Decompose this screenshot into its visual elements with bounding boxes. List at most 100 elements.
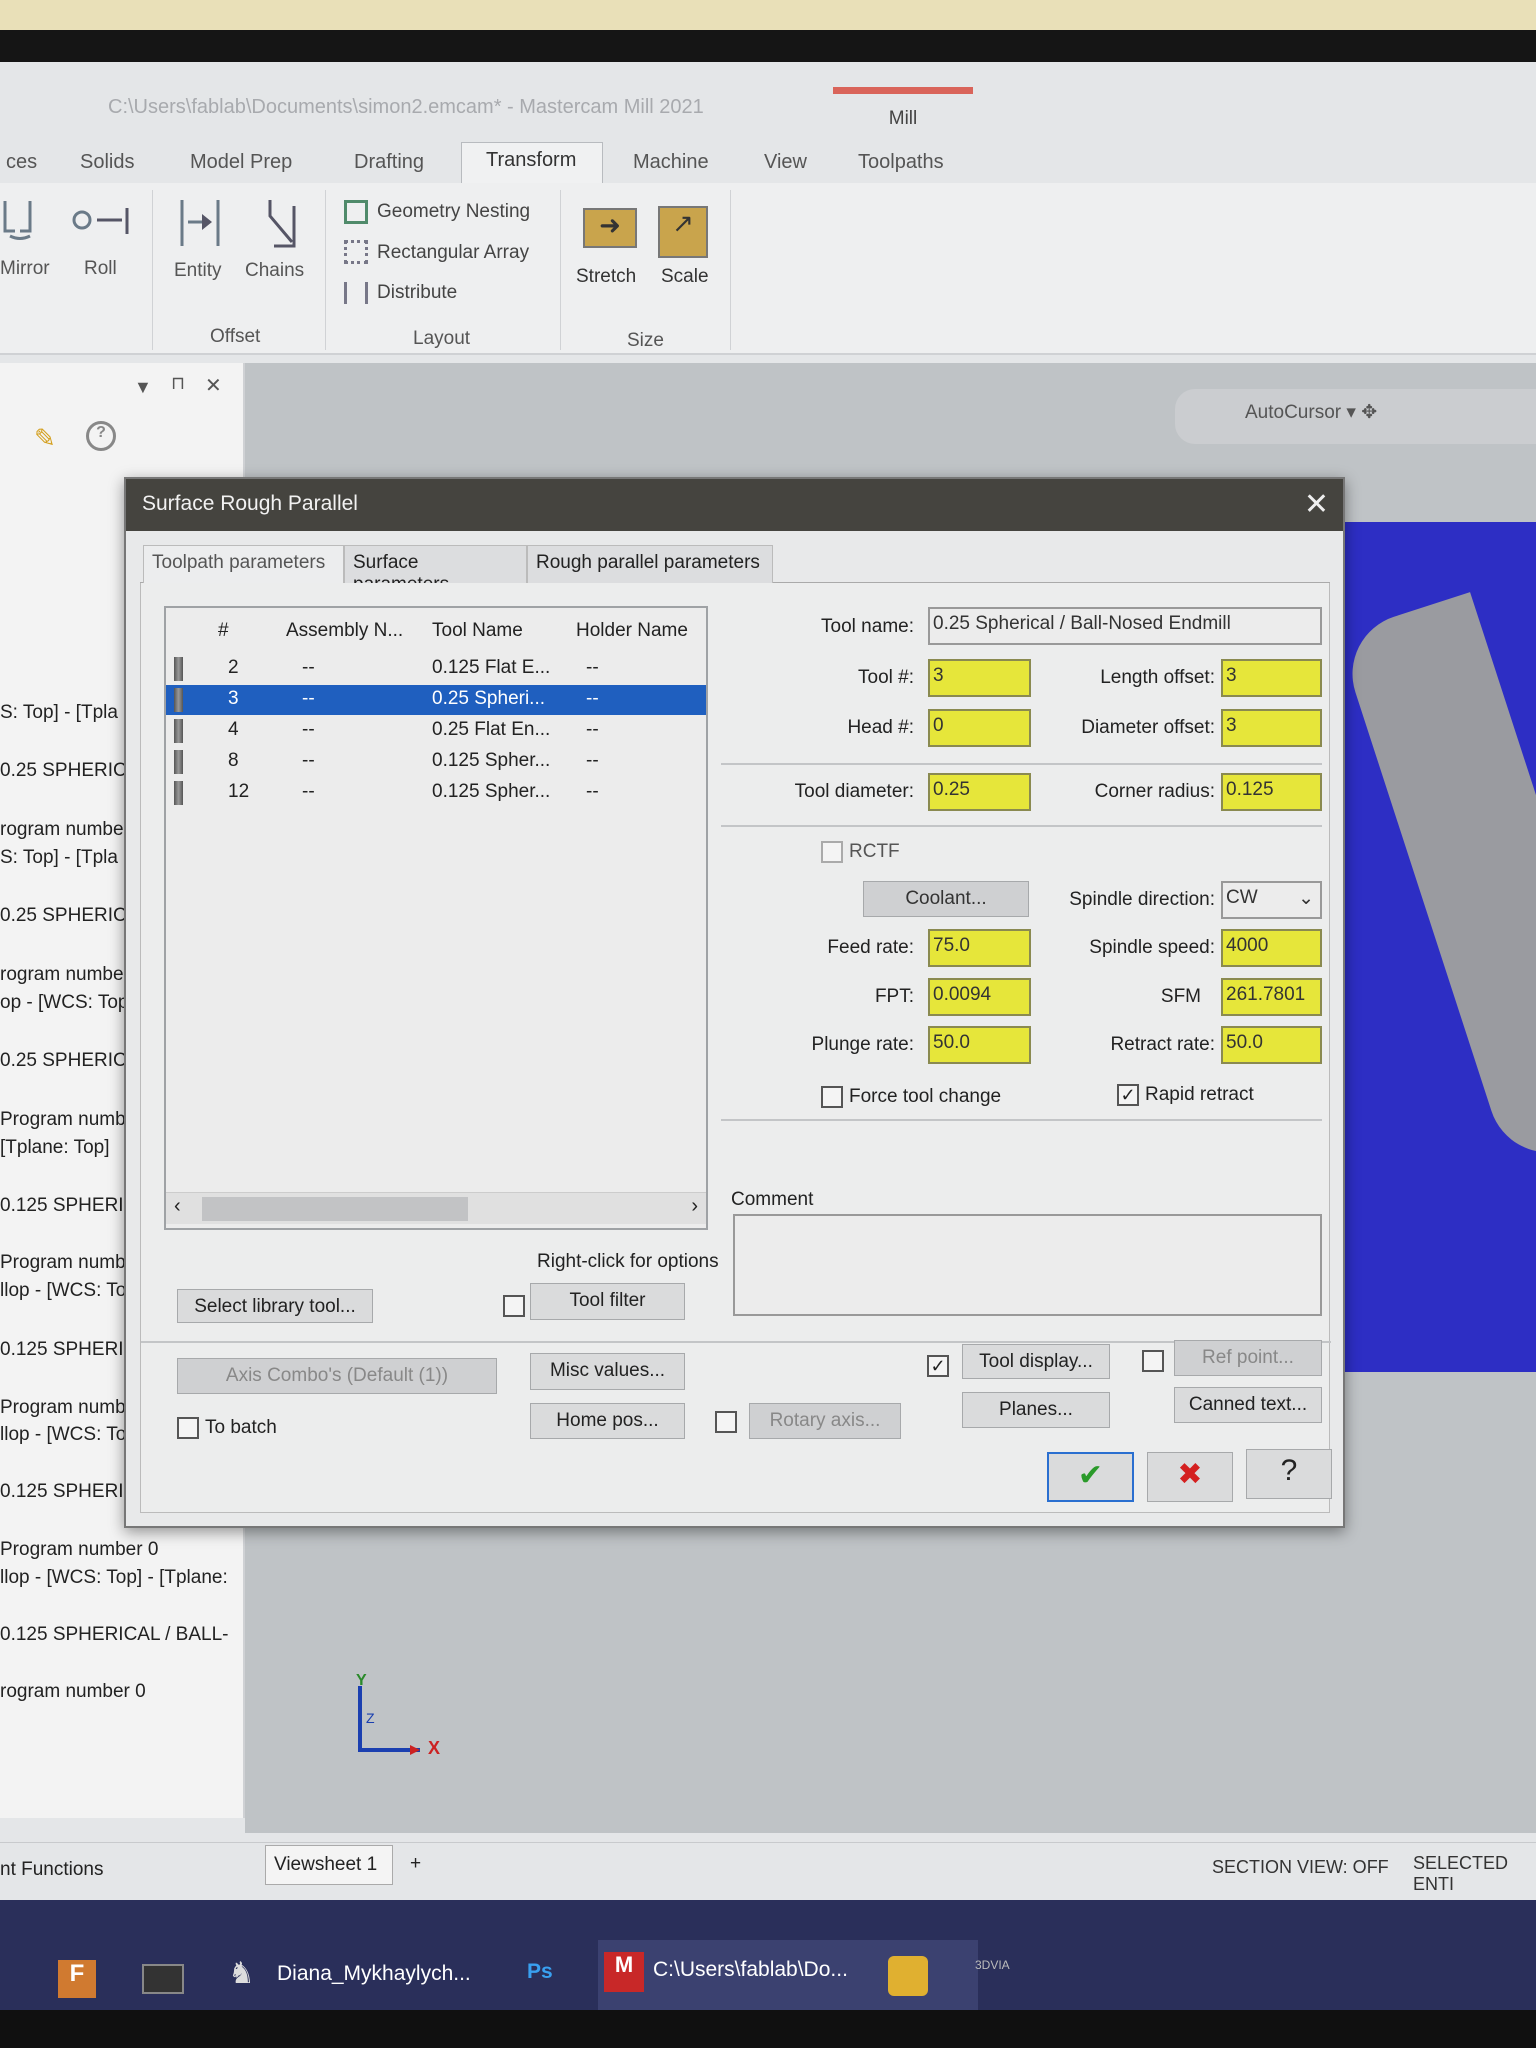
rhino-icon[interactable]: ♞ [228,1956,255,1991]
to-batch-checkbox[interactable] [177,1417,199,1439]
table-row[interactable]: 4 -- 0.25 Flat En... -- [166,716,706,746]
mirror-button[interactable]: Mirror [0,258,50,280]
length-offset-field[interactable]: 3 [1221,659,1322,697]
tree-line[interactable]: 0.125 SPHERI [0,1339,124,1361]
table-row[interactable]: 2 -- 0.125 Flat E... -- [166,654,706,684]
retract-rate-field[interactable]: 50.0 [1221,1026,1322,1064]
sfm-field[interactable]: 261.7801 [1221,978,1322,1016]
tree-line[interactable]: Program numbe [0,1109,136,1131]
column-header-holder-name[interactable]: Holder Name [576,620,688,642]
tree-line[interactable]: S: Top] - [Tpla [0,702,118,724]
scroll-right-icon[interactable]: › [691,1195,698,1218]
help-icon[interactable]: ? [86,421,116,451]
tool-filter-button[interactable]: Tool filter [530,1283,685,1320]
tool-display-checkbox[interactable]: ✓ [927,1355,949,1377]
head-number-field[interactable]: 0 [928,709,1031,747]
tree-line[interactable]: [Tplane: Top] [0,1137,110,1159]
plunge-rate-field[interactable]: 50.0 [928,1026,1031,1064]
tree-line[interactable]: op - [WCS: Top [0,992,128,1014]
rotary-axis-checkbox[interactable] [715,1411,737,1433]
table-row[interactable]: 3 -- 0.25 Spheri... -- [166,685,706,715]
spindle-speed-field[interactable]: 4000 [1221,929,1322,967]
offset-chains-button[interactable]: Chains [245,260,304,282]
tree-line[interactable]: rogram numbe [0,819,124,841]
tool-display-button[interactable]: Tool display... [962,1344,1110,1379]
ribbon-tab-toolpaths[interactable]: Toolpaths [846,145,956,180]
edit-icon[interactable]: ✎ [34,423,56,454]
tree-line[interactable]: 0.125 SPHERI [0,1481,124,1503]
cancel-button[interactable]: ✖ [1147,1452,1233,1502]
tool-filter-checkbox[interactable] [503,1295,525,1317]
force-tool-change-checkbox[interactable] [821,1086,843,1108]
home-pos-button[interactable]: Home pos... [530,1403,685,1439]
select-library-tool-button[interactable]: Select library tool... [177,1289,373,1323]
section-view-status[interactable]: SECTION VIEW: OFF [1212,1857,1389,1878]
selected-entities-status[interactable]: SELECTED ENTI [1413,1853,1536,1895]
horizontal-scrollbar[interactable]: ‹ › [166,1192,706,1224]
tree-line[interactable]: llop - [WCS: Top [0,1280,137,1302]
tool-name-field[interactable]: 0.25 Spherical / Ball-Nosed Endmill [928,607,1322,645]
comment-textarea[interactable] [733,1214,1322,1316]
autocursor-toolbar[interactable]: AutoCursor ▾ ✥ [1175,389,1536,444]
scroll-left-icon[interactable]: ‹ [174,1195,181,1218]
tree-line[interactable]: 0.125 SPHERICAL / BALL- [0,1624,228,1646]
tool-list[interactable]: # Assembly N... Tool Name Holder Name 2 -… [164,606,708,1230]
roll-button[interactable]: Roll [84,258,117,280]
panel-menu-icon[interactable]: ▼ [134,377,152,398]
status-left[interactable]: nt Functions [0,1859,104,1881]
app-icon[interactable] [888,1956,928,1996]
planes-button[interactable]: Planes... [962,1392,1110,1428]
tree-line[interactable]: 0.25 SPHERIC [0,905,127,927]
table-row[interactable]: 8 -- 0.125 Spher... -- [166,747,706,777]
diameter-offset-field[interactable]: 3 [1221,709,1322,747]
offset-entity-button[interactable]: Entity [174,260,222,282]
column-header-assembly[interactable]: Assembly N... [286,620,403,642]
tree-line[interactable]: S: Top] - [Tpla [0,847,118,869]
tab-rough-parallel-parameters[interactable]: Rough parallel parameters [527,545,773,583]
context-tab-mill[interactable]: Mill [833,87,973,147]
rapid-retract-checkbox[interactable]: ✓ [1117,1084,1139,1106]
close-icon[interactable]: ✕ [1304,487,1329,522]
ok-button[interactable]: ✔ [1047,1452,1134,1502]
rotary-axis-button[interactable]: Rotary axis... [749,1403,901,1439]
tree-line[interactable]: llop - [WCS: Top [0,1424,137,1446]
tab-surface-parameters[interactable]: Surface parameters [344,545,527,595]
scale-button[interactable]: Scale [661,266,709,288]
spindle-direction-select[interactable]: CW ⌄ [1221,881,1322,919]
scrollbar-thumb[interactable] [202,1197,468,1221]
ribbon-tab-drafting[interactable]: Drafting [342,145,436,180]
corner-radius-field[interactable]: 0.125 [1221,773,1322,811]
fusion-app-icon[interactable]: F [58,1960,96,1998]
ribbon-tab-machine[interactable]: Machine [621,145,721,180]
ribbon-tab-transform[interactable]: Transform [461,142,603,184]
pin-icon[interactable]: ⊓ [171,373,185,394]
table-row[interactable]: 12 -- 0.125 Spher... -- [166,778,706,808]
taskbar-item-3dvia[interactable]: 3DVIA [975,1958,1010,1972]
tree-line[interactable]: rogram numbe [0,964,124,986]
autocursor-label[interactable]: AutoCursor [1245,402,1341,423]
rectangular-array-button[interactable]: Rectangular Array [377,242,529,264]
tree-line[interactable]: Program numbe [0,1397,136,1419]
rctf-checkbox[interactable] [821,841,843,863]
tool-number-field[interactable]: 3 [928,659,1031,697]
canned-text-button[interactable]: Canned text... [1174,1387,1322,1423]
column-header-number[interactable]: # [218,620,229,642]
coolant-button[interactable]: Coolant... [863,881,1029,917]
close-panel-icon[interactable]: ✕ [205,373,222,398]
feed-rate-field[interactable]: 75.0 [928,929,1031,967]
ref-point-button[interactable]: Ref point... [1174,1340,1322,1376]
distribute-button[interactable]: Distribute [377,282,457,304]
tree-line[interactable]: 0.25 SPHERIC [0,760,127,782]
tab-toolpath-parameters[interactable]: Toolpath parameters [143,545,344,585]
stretch-button[interactable]: Stretch [576,266,636,288]
misc-values-button[interactable]: Misc values... [530,1353,685,1390]
tree-line[interactable]: llop - [WCS: Top] - [Tplane: [0,1567,228,1589]
tab-viewsheet-1[interactable]: Viewsheet 1 [265,1845,393,1885]
tool-diameter-field[interactable]: 0.25 [928,773,1031,811]
column-header-tool-name[interactable]: Tool Name [432,620,523,642]
tree-line[interactable]: Program number 0 [0,1539,158,1561]
ribbon-tab-surfaces[interactable]: ces [0,145,49,180]
ref-point-checkbox[interactable] [1142,1350,1164,1372]
taskbar-item-diana[interactable]: Diana_Mykhaylych... [277,1962,471,1986]
tree-line[interactable]: Program numbe [0,1252,136,1274]
